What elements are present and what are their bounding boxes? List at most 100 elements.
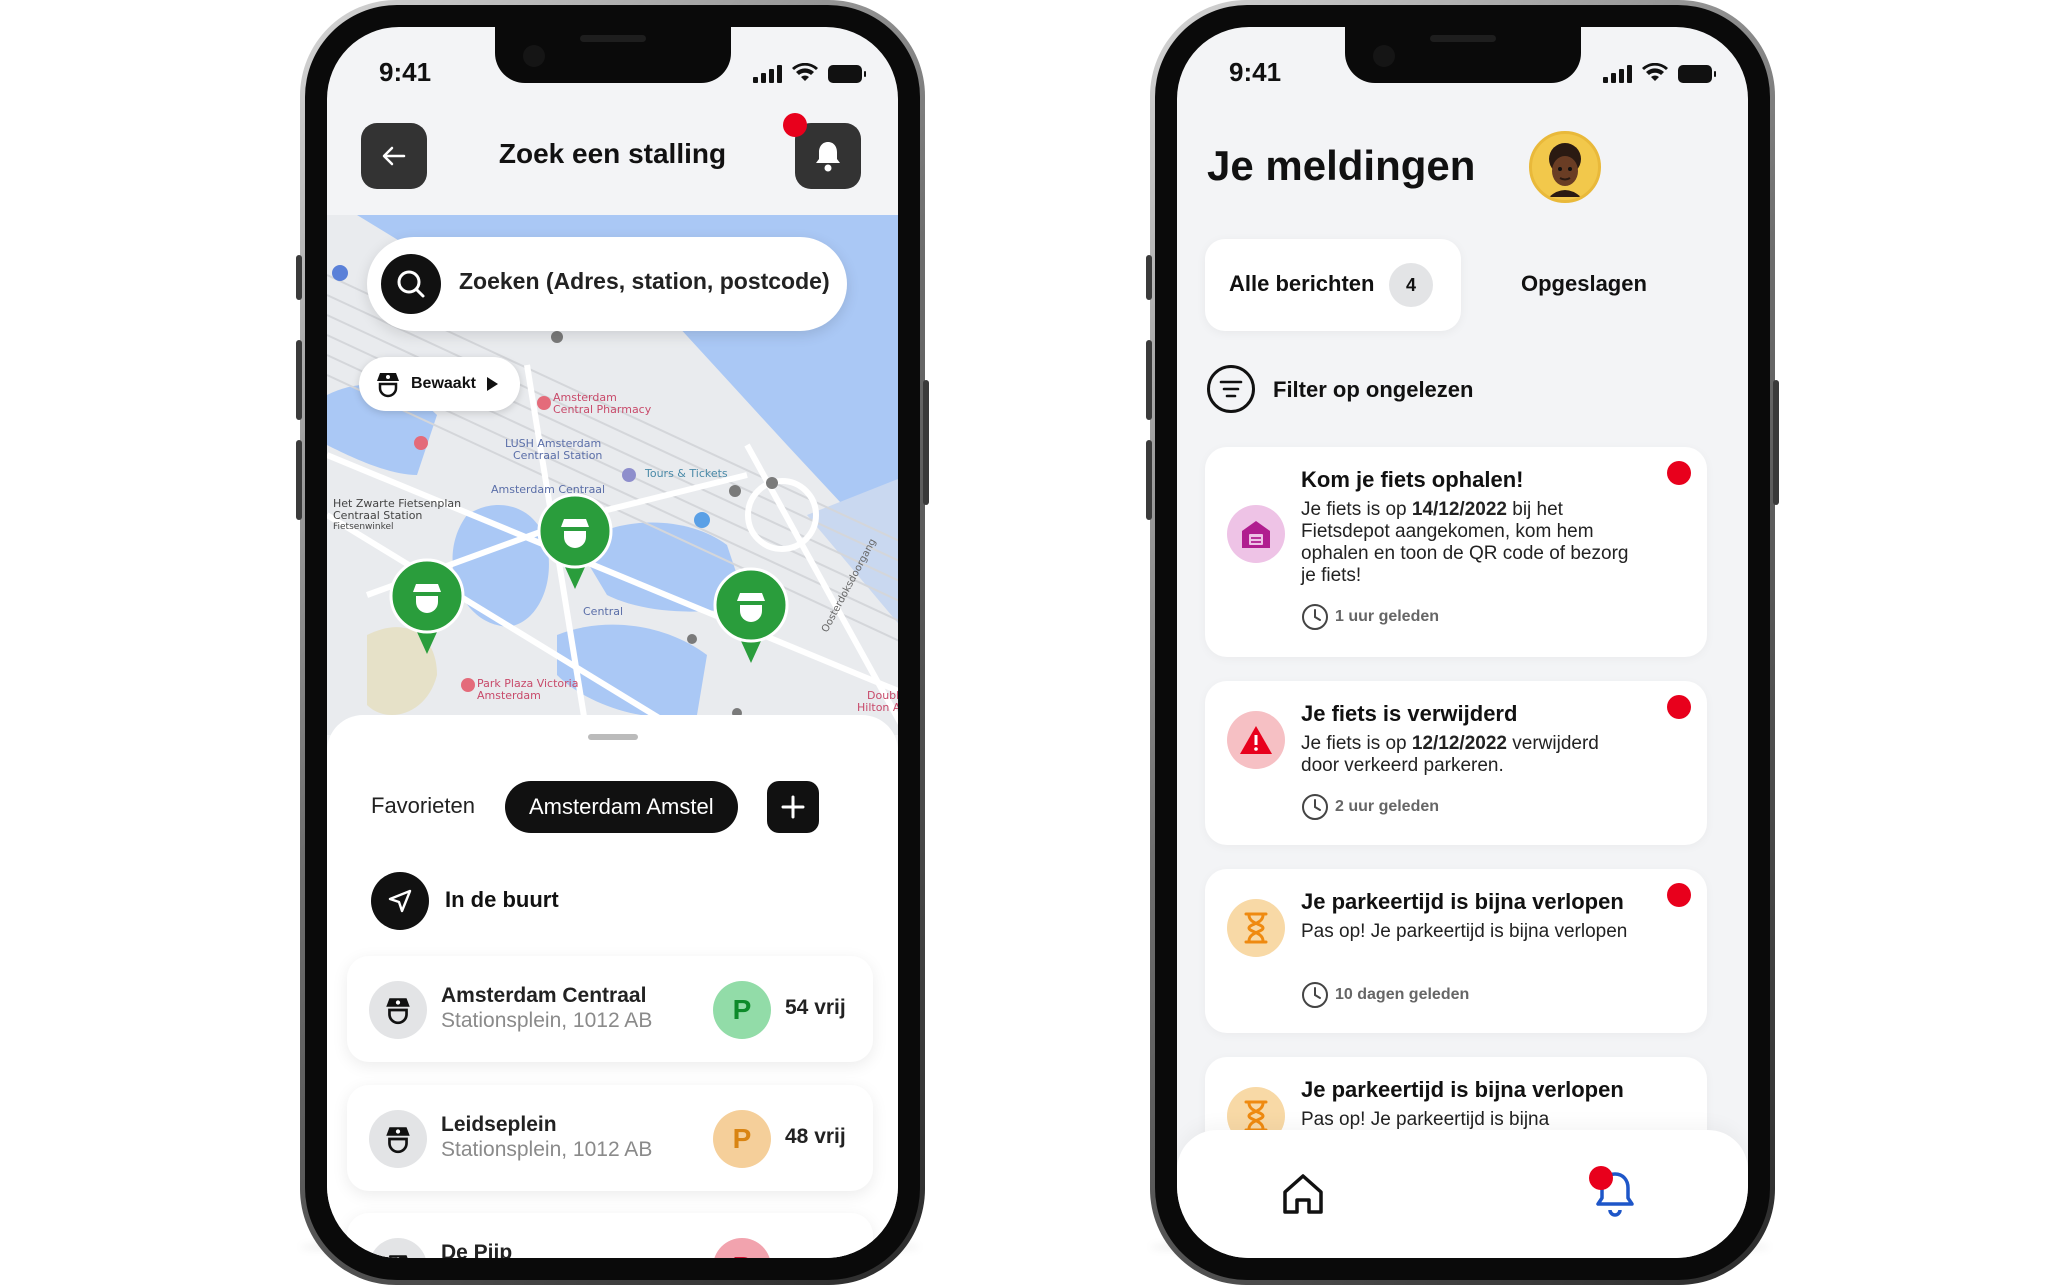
filter-icon[interactable] bbox=[1207, 365, 1255, 413]
battery-icon bbox=[1678, 65, 1716, 83]
location-arrow-icon bbox=[371, 872, 429, 930]
notification-dot bbox=[1589, 1166, 1613, 1190]
guard-cap-icon bbox=[369, 1238, 427, 1258]
location-address: Stationsplein, 1012 AB bbox=[441, 1138, 653, 1161]
svg-text:Central Pharmacy: Central Pharmacy bbox=[553, 403, 652, 416]
volume-up-button bbox=[1146, 340, 1152, 420]
avatar-face-icon bbox=[1549, 143, 1581, 197]
notification-title: Je fiets is verwijderd bbox=[1301, 701, 1518, 726]
bell-icon bbox=[816, 142, 840, 172]
tab-home[interactable] bbox=[1279, 1170, 1327, 1218]
notification-body: Pas op! Je parkeertijd is bijna bbox=[1301, 1109, 1550, 1130]
home-icon bbox=[1283, 1174, 1323, 1214]
unread-dot bbox=[1667, 695, 1691, 719]
sheet-handle[interactable] bbox=[587, 734, 638, 740]
notification-time: 10 dagen geleden bbox=[1301, 981, 1469, 1009]
map-label-central: Central bbox=[583, 605, 623, 618]
bottom-sheet: Favorieten Amsterdam Amstel In de buurt … bbox=[327, 715, 898, 1258]
location-name: Amsterdam Centraal bbox=[441, 984, 647, 1007]
notification-card[interactable]: Je fiets is verwijderd Je fiets is op 12… bbox=[1205, 681, 1707, 845]
clock-icon bbox=[1302, 982, 1328, 1008]
unread-dot bbox=[1667, 461, 1691, 485]
nearby-heading: In de buurt bbox=[445, 887, 559, 912]
location-card[interactable]: De Pijp P bbox=[347, 1213, 873, 1258]
tab-notifications[interactable] bbox=[1589, 1166, 1639, 1220]
search-input[interactable]: Zoeken (Adres, station, postcode) bbox=[367, 237, 847, 331]
notification-time: 1 uur geleden bbox=[1301, 603, 1439, 631]
warning-icon bbox=[1227, 711, 1285, 769]
map-pin-guarded[interactable] bbox=[389, 558, 465, 660]
page-title: Je meldingen bbox=[1207, 142, 1476, 189]
favorites-label: Favorieten bbox=[371, 793, 475, 818]
location-card[interactable]: Leidseplein Stationsplein, 1012 AB P 48 … bbox=[347, 1085, 873, 1191]
favorite-chip[interactable]: Amsterdam Amstel bbox=[505, 781, 738, 833]
clock-icon bbox=[1302, 604, 1328, 630]
signal-icon bbox=[1603, 65, 1632, 83]
mute-switch bbox=[296, 255, 302, 300]
wifi-icon bbox=[792, 63, 818, 81]
notification-card[interactable]: Je parkeertijd is bijna verlopen Pas op!… bbox=[1205, 869, 1707, 1033]
bottom-tab-bar bbox=[1177, 1130, 1748, 1258]
svg-text:Centraal Station: Centraal Station bbox=[333, 509, 422, 522]
free-spots: 54 vrij bbox=[785, 996, 846, 1019]
power-button bbox=[1773, 380, 1779, 505]
tab-saved[interactable]: Opgeslagen bbox=[1521, 271, 1647, 297]
tab-all-messages[interactable]: Alle berichten 4 bbox=[1205, 239, 1461, 331]
plus-icon bbox=[781, 795, 805, 819]
svg-text:Hilton Amster: Hilton Amster bbox=[857, 701, 898, 714]
volume-down-button bbox=[1146, 440, 1152, 520]
filter-unread-toggle[interactable]: Filter op ongelezen bbox=[1273, 377, 1473, 403]
notification-title: Je parkeertijd is bijna verlopen bbox=[1301, 1077, 1624, 1102]
unread-dot bbox=[1667, 883, 1691, 907]
search-placeholder: Zoeken (Adres, station, postcode) bbox=[459, 268, 830, 294]
mute-switch bbox=[1146, 255, 1152, 300]
signal-icon bbox=[753, 65, 782, 83]
notification-dot bbox=[783, 113, 807, 137]
notification-body: Je fiets is op 14/12/2022 bij het Fietsd… bbox=[1301, 499, 1629, 586]
guard-cap-icon bbox=[377, 373, 399, 398]
svg-text:Amsterdam: Amsterdam bbox=[477, 689, 541, 702]
battery-icon bbox=[828, 65, 866, 83]
map-pin-guarded[interactable] bbox=[537, 493, 613, 595]
hourglass-icon bbox=[1227, 899, 1285, 957]
phone-notifications: 9:41 Je meldingen Alle berichten 4 Opges… bbox=[1146, 0, 1779, 1285]
add-favorite-button[interactable] bbox=[767, 781, 819, 833]
parking-badge: P bbox=[713, 1110, 771, 1168]
location-name: Leidseplein bbox=[441, 1113, 557, 1136]
location-name: De Pijp bbox=[441, 1241, 513, 1258]
free-spots: 48 vrij bbox=[785, 1125, 846, 1148]
screen: 9:41 Je meldingen Alle berichten 4 Opges… bbox=[1177, 27, 1748, 1258]
status-bar: 9:41 bbox=[327, 57, 898, 97]
volume-down-button bbox=[296, 440, 302, 520]
search-icon bbox=[381, 254, 441, 314]
phone-search: 9:41 Zoek een stalling Amsterdam Central… bbox=[296, 0, 929, 1285]
notification-card[interactable]: Kom je fiets ophalen! Je fiets is op 14/… bbox=[1205, 447, 1707, 657]
status-time: 9:41 bbox=[379, 57, 432, 87]
notifications-button[interactable] bbox=[795, 123, 861, 189]
volume-up-button bbox=[296, 340, 302, 420]
power-button bbox=[923, 380, 929, 505]
notification-body: Pas op! Je parkeertijd is bijna verlopen bbox=[1301, 921, 1628, 942]
status-time: 9:41 bbox=[1229, 57, 1282, 87]
avatar[interactable] bbox=[1529, 131, 1601, 203]
play-icon bbox=[486, 377, 498, 391]
notification-title: Je parkeertijd is bijna verlopen bbox=[1301, 889, 1624, 914]
location-card[interactable]: Amsterdam Centraal Stationsplein, 1012 A… bbox=[347, 956, 873, 1062]
guard-cap-icon bbox=[369, 981, 427, 1039]
svg-text:Centraal Station: Centraal Station bbox=[513, 449, 602, 462]
warehouse-icon bbox=[1227, 505, 1285, 563]
wifi-icon bbox=[1642, 63, 1668, 81]
location-address: Stationsplein, 1012 AB bbox=[441, 1009, 653, 1032]
parking-badge: P bbox=[713, 981, 771, 1039]
screen: 9:41 Zoek een stalling Amsterdam Central… bbox=[327, 27, 898, 1258]
map-label-tours: Tours & Tickets bbox=[644, 467, 728, 480]
map-pin-guarded[interactable] bbox=[713, 567, 789, 669]
svg-text:Fietsenwinkel: Fietsenwinkel bbox=[333, 522, 394, 532]
notification-time: 2 uur geleden bbox=[1301, 793, 1439, 821]
clock-icon bbox=[1302, 794, 1328, 820]
message-count-badge: 4 bbox=[1389, 263, 1433, 307]
guarded-filter-label: Bewaakt bbox=[411, 375, 476, 392]
guarded-filter-chip[interactable]: Bewaakt bbox=[359, 357, 520, 411]
status-bar: 9:41 bbox=[1177, 57, 1748, 97]
parking-badge: P bbox=[713, 1238, 771, 1258]
